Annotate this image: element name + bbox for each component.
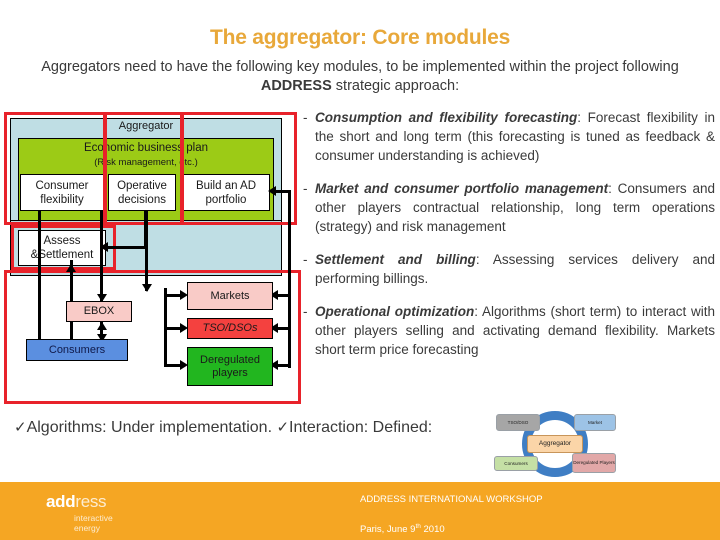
connector-actors-return	[288, 292, 291, 368]
logo-wordmark-light: ress	[75, 492, 107, 511]
intro-text-part2: strategic approach:	[331, 78, 460, 94]
bullet-term: Consumption and flexibility forecasting	[315, 110, 578, 125]
arrowhead-assess-left	[100, 242, 108, 252]
bullet-dash: -	[303, 181, 308, 196]
logo-tagline: interactive energy	[74, 513, 113, 533]
actor-markets[interactable]: Markets	[187, 282, 273, 310]
check-icon: ✓	[14, 419, 27, 436]
logo-tagline-line2: energy	[74, 523, 100, 533]
module-descriptions-list: - Consumption and flexibility forecasting…	[303, 108, 715, 373]
arrowhead-portfolio	[268, 186, 276, 196]
core-modules-diagram: Aggregator Economic business plan (Risk …	[4, 112, 301, 404]
intro-paragraph: Aggregators need to have the following k…	[22, 58, 698, 96]
bullet-operational-optimization: - Operational optimization: Algorithms (s…	[303, 302, 715, 359]
intro-text-part1: Aggregators need to have the following k…	[41, 59, 679, 75]
red-divider-left	[103, 112, 107, 225]
footer-date: Paris, June 9th 2010	[360, 521, 543, 535]
connector-consumer-flex-down	[38, 211, 41, 351]
bullet-term: Operational optimization	[315, 304, 475, 319]
footer-date-suffix: 2010	[420, 524, 445, 536]
logo-wordmark: address	[46, 492, 113, 512]
arrowhead-assess-up	[66, 264, 76, 272]
arrowhead-operative-right	[142, 284, 152, 292]
status-algorithms: Algorithms: Under implementation.	[26, 419, 273, 436]
connector-markets-return	[276, 294, 290, 297]
bullet-market-portfolio: - Market and consumer portfolio managemen…	[303, 179, 715, 236]
red-divider-right	[180, 112, 184, 225]
bullet-settlement-billing: - Settlement and billing: Assessing servi…	[303, 250, 715, 288]
actor-tso-dsos[interactable]: TSO/DSOs	[187, 318, 273, 339]
bullet-term: Market and consumer portfolio management	[315, 181, 609, 196]
arrowhead-ebox-up	[97, 322, 107, 330]
footer-date-prefix: Paris, June 9	[360, 524, 416, 536]
page-title: The aggregator: Core modules	[209, 26, 511, 49]
cycle-node-consumers: Consumers	[494, 456, 538, 471]
bullet-dash: -	[303, 110, 308, 125]
cycle-node-aggregator: Aggregator	[527, 435, 583, 453]
connector-tso-return	[276, 327, 290, 330]
connector-portfolio-in	[274, 190, 290, 193]
address-logo: address interactive energy	[46, 492, 113, 533]
status-line: ✓Algorithms: Under implementation. ✓Inte…	[14, 418, 484, 437]
cycle-node-market: Market	[574, 414, 616, 431]
red-frame-modules	[4, 112, 297, 225]
interaction-cycle-diagram: TSO/DSO Market Consumers Deregulated Pla…	[494, 408, 620, 482]
intro-emphasis: ADDRESS	[260, 78, 332, 94]
cycle-node-tso-dso: TSO/DSO	[496, 414, 540, 431]
cycle-node-deregulated-players: Deregulated Players	[572, 453, 616, 473]
connector-assess-vert	[144, 211, 147, 247]
actor-ebox[interactable]: EBOX	[66, 301, 132, 322]
footer-event-name: ADDRESS INTERNATIONAL WORKSHOP	[360, 494, 543, 505]
connector-assess-feed	[106, 246, 146, 249]
actor-deregulated-players[interactable]: Deregulated players	[187, 347, 273, 386]
logo-tagline-line1: interactive	[74, 513, 113, 523]
bullet-dash: -	[303, 304, 308, 319]
bullet-dash: -	[303, 252, 308, 267]
bullet-consumption-forecasting: - Consumption and flexibility forecasting…	[303, 108, 715, 165]
bullet-term: Settlement and billing	[315, 252, 476, 267]
actor-consumers[interactable]: Consumers	[26, 339, 128, 361]
footer-meta: ADDRESS INTERNATIONAL WORKSHOP Paris, Ju…	[360, 494, 543, 535]
logo-wordmark-strong: add	[46, 492, 76, 511]
check-icon: ✓	[276, 419, 290, 436]
connector-dereg-return	[276, 364, 290, 367]
status-interaction: Interaction: Defined:	[289, 419, 433, 436]
footer-bar: address interactive energy ADDRESS INTER…	[0, 482, 720, 540]
